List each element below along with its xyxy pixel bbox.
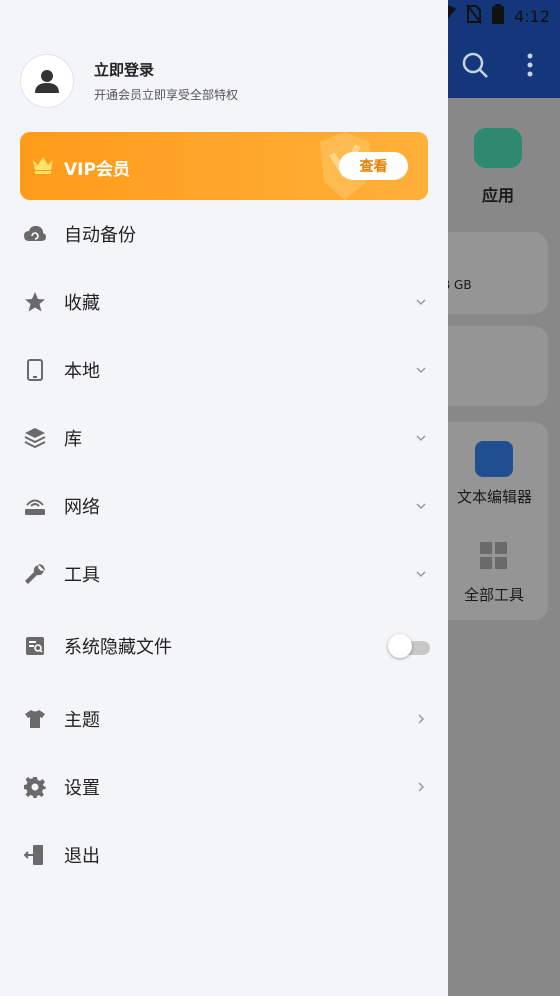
user-icon xyxy=(35,70,59,93)
vip-view-button[interactable]: 查看 xyxy=(339,152,408,180)
crown-icon xyxy=(32,156,54,178)
text-editor-icon[interactable] xyxy=(475,441,513,477)
drawer-item-label: 工具 xyxy=(64,565,100,586)
drawer-item-label: 本地 xyxy=(64,361,100,382)
chevron-down-icon[interactable] xyxy=(414,567,428,581)
clock: 4:12 xyxy=(514,6,550,26)
vip-label: VIP会员 xyxy=(64,160,130,180)
chevron-down-icon[interactable] xyxy=(414,499,428,513)
drawer-item-0[interactable]: 自动备份 xyxy=(0,210,448,258)
drawer-item-8[interactable]: 设置 xyxy=(0,763,448,811)
gear-icon xyxy=(23,775,47,799)
navigation-drawer: 立即登录 开通会员立即享受全部特权 VIP会员 查看 自动备份收藏本地库网络工具… xyxy=(0,0,448,996)
cloud-backup-icon xyxy=(23,222,47,246)
exit-icon xyxy=(23,843,47,867)
toggle-thumb xyxy=(388,634,412,658)
drawer-item-6[interactable]: 系统隐藏文件 xyxy=(0,622,448,670)
status-bar: 4:12 xyxy=(434,4,550,28)
chevron-right-icon[interactable] xyxy=(414,712,428,726)
drawer-item-label: 主题 xyxy=(64,710,100,731)
profile-section[interactable]: 立即登录 开通会员立即享受全部特权 xyxy=(20,54,238,108)
all-tools-label[interactable]: 全部工具 xyxy=(464,584,524,605)
chevron-right-icon[interactable] xyxy=(414,780,428,794)
hidden-files-toggle[interactable] xyxy=(388,634,432,658)
drawer-item-label: 设置 xyxy=(64,778,100,799)
login-subtitle: 开通会员立即享受全部特权 xyxy=(94,88,239,102)
layers-icon xyxy=(23,426,47,450)
all-tools-icon[interactable] xyxy=(480,542,508,574)
shirt-icon xyxy=(23,707,47,731)
drawer-item-label: 库 xyxy=(64,429,82,450)
battery-icon xyxy=(492,4,505,28)
chevron-down-icon[interactable] xyxy=(414,363,428,377)
star-icon xyxy=(23,290,47,314)
drawer-item-5[interactable]: 工具 xyxy=(0,550,448,598)
vip-banner[interactable]: VIP会员 查看 xyxy=(20,132,428,200)
wrench-icon xyxy=(23,562,47,586)
text-editor-label[interactable]: 文本编辑器 xyxy=(457,486,532,507)
login-title[interactable]: 立即登录 xyxy=(94,59,238,80)
drawer-item-9[interactable]: 退出 xyxy=(0,831,448,879)
chevron-down-icon[interactable] xyxy=(414,295,428,309)
hidden-file-icon xyxy=(23,634,47,658)
drawer-item-label: 网络 xyxy=(64,497,100,518)
drawer-item-1[interactable]: 收藏 xyxy=(0,278,448,326)
drawer-item-4[interactable]: 网络 xyxy=(0,482,448,530)
chevron-down-icon[interactable] xyxy=(414,431,428,445)
apps-label: 应用 xyxy=(482,186,515,205)
drawer-item-label: 收藏 xyxy=(64,293,100,314)
no-sim-icon xyxy=(466,4,482,28)
android-app-icon[interactable] xyxy=(474,128,522,168)
avatar[interactable] xyxy=(20,54,74,108)
drawer-item-7[interactable]: 主题 xyxy=(0,695,448,743)
more-icon[interactable] xyxy=(526,52,534,82)
drawer-item-2[interactable]: 本地 xyxy=(0,346,448,394)
phone-icon xyxy=(23,358,47,382)
drawer-item-3[interactable]: 库 xyxy=(0,414,448,462)
router-icon xyxy=(23,494,47,518)
drawer-item-label: 退出 xyxy=(64,846,100,867)
search-icon[interactable] xyxy=(460,50,490,84)
drawer-item-label: 自动备份 xyxy=(64,225,136,246)
drawer-item-label: 系统隐藏文件 xyxy=(64,637,172,658)
